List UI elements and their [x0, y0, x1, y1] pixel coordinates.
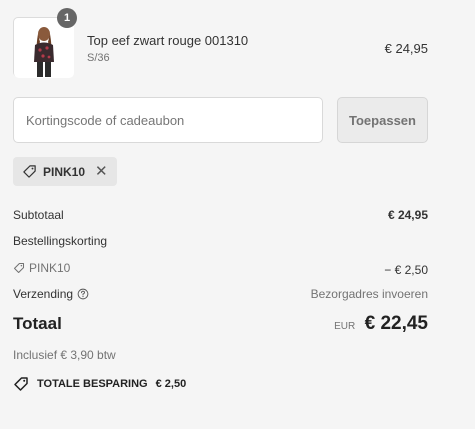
remove-discount-icon[interactable]: ✕ — [95, 164, 108, 179]
subtotal-value: € 24,95 — [387, 208, 428, 222]
discount-code-label: PINK10 — [29, 261, 71, 275]
tag-icon — [14, 377, 28, 391]
savings-label: TOTALE BESPARING — [37, 378, 148, 390]
tag-icon — [13, 262, 25, 274]
tag-icon — [23, 165, 36, 178]
order-discount-row: Bestellingskorting — [13, 234, 428, 248]
product-variant: S/36 — [87, 52, 110, 64]
shipping-row: Verzending Bezorgadres invoeren — [13, 287, 428, 301]
total-value: € 22,45 — [364, 313, 428, 334]
product-name: Top eef zwart rouge 001310 — [87, 33, 249, 48]
savings-value: € 2,50 — [155, 378, 187, 390]
subtotal-row: Subtotaal € 24,95 — [13, 208, 428, 222]
discount-value: − € 2,50 — [384, 263, 428, 277]
total-row: Totaal EUR € 22,45 — [13, 313, 428, 335]
shipping-label: Verzending — [13, 287, 74, 301]
subtotal-label: Subtotaal — [13, 208, 64, 222]
total-currency: EUR — [334, 321, 356, 332]
tax-note: Inclusief € 3,90 btw — [13, 348, 116, 362]
quantity-badge: 1 — [57, 8, 77, 28]
discount-code-row: PINK10 − € 2,50 — [13, 261, 428, 277]
help-icon[interactable] — [77, 288, 89, 300]
apply-discount-button[interactable]: Toepassen — [337, 97, 428, 143]
applied-discount-tag: PINK10 ✕ — [13, 157, 117, 186]
shipping-value: Bezorgadres invoeren — [310, 287, 428, 301]
total-label: Totaal — [13, 314, 62, 333]
discount-code-input[interactable] — [13, 97, 323, 143]
total-savings: TOTALE BESPARING € 2,50 — [13, 376, 186, 392]
order-discount-label: Bestellingskorting — [13, 234, 108, 248]
product-price: € 24,95 — [384, 41, 428, 56]
applied-discount-code: PINK10 — [43, 164, 86, 179]
